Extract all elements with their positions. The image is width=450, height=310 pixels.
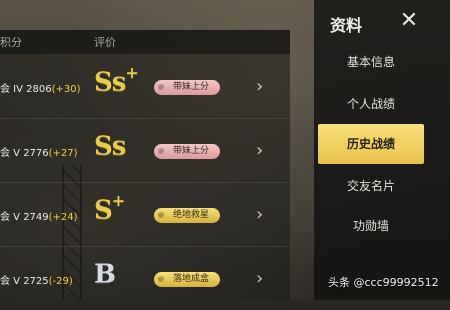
table-header <box>0 30 290 54</box>
sidebar-item-history-stats[interactable]: 历史战绩 <box>318 124 424 164</box>
table-row[interactable]: 会 V 2749(+24) S+ 绝地救星 › <box>0 184 290 247</box>
sidebar-item-friend-card[interactable]: 交友名片 <box>318 166 424 206</box>
match-tag: 带妹上分 <box>154 80 220 95</box>
rank-grade: B <box>94 259 116 290</box>
match-tag: 绝地救星 <box>154 208 220 223</box>
chevron-right-icon[interactable]: › <box>256 78 263 96</box>
chevron-right-icon[interactable]: › <box>256 206 263 224</box>
rank-grade: Ss+ <box>94 63 139 98</box>
header-eval: 评价 <box>94 36 116 49</box>
row-score: 会 V 2776(+27) <box>0 148 78 159</box>
sidebar-item-basic-info[interactable]: 基本信息 <box>318 42 424 82</box>
match-tag: 带妹上分 <box>154 144 220 159</box>
row-score: 会 V 2749(+24) <box>0 212 78 223</box>
header-score: 积分 <box>0 36 22 49</box>
table-row[interactable]: 会 IV 2806(+30) Ss+ 带妹上分 › <box>0 56 290 119</box>
watermark: 头条 @ccc99992512 <box>328 276 439 289</box>
score-change: (+24) <box>48 212 78 223</box>
score-change: (+30) <box>51 84 81 95</box>
sidebar-item-personal-stats[interactable]: 个人战绩 <box>318 84 424 124</box>
chevron-right-icon[interactable]: › <box>256 270 263 288</box>
table-row[interactable]: 会 V 2776(+27) Ss 带妹上分 › <box>0 120 290 183</box>
table-row[interactable]: 会 V 2725(-29) B 落地成盒 › <box>0 248 290 310</box>
score-change: (+27) <box>48 148 78 159</box>
score-change: (-29) <box>48 276 73 287</box>
row-score: 会 V 2725(-29) <box>0 276 73 287</box>
row-score: 会 IV 2806(+30) <box>0 84 81 95</box>
sidebar-title: 资料 <box>330 16 363 35</box>
match-tag: 落地成盒 <box>154 272 220 287</box>
sidebar-item-merit-wall[interactable]: 功勋墙 <box>318 206 424 246</box>
chevron-right-icon[interactable]: › <box>256 142 263 160</box>
close-icon[interactable]: ✕ <box>396 8 422 34</box>
rank-grade: S+ <box>94 191 125 226</box>
rank-grade: Ss <box>94 131 126 162</box>
